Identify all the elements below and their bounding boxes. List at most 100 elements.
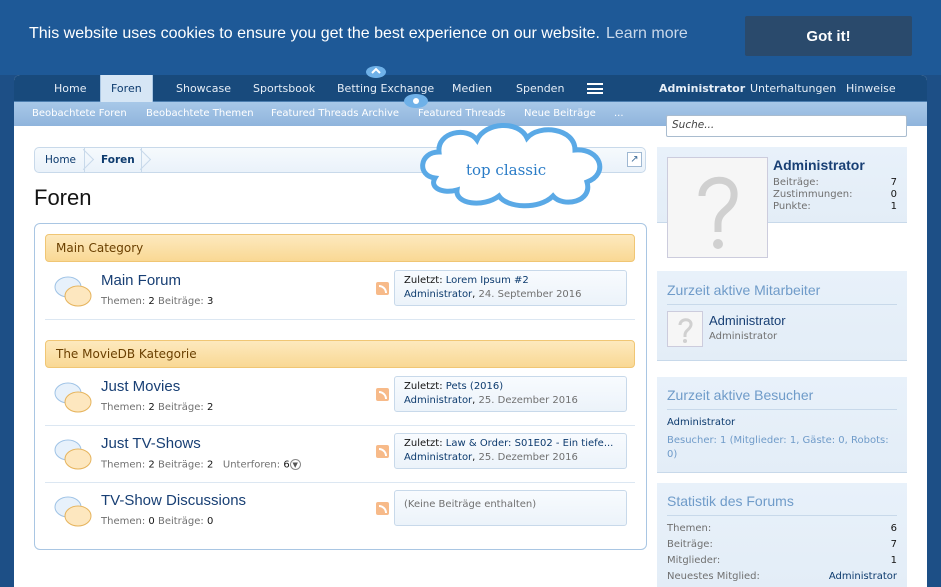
menu-icon[interactable] (587, 83, 603, 94)
cookie-banner: This website uses cookies to ensure you … (0, 0, 941, 75)
avatar-placeholder-icon (678, 318, 693, 343)
cookie-message: This website uses cookies to ensure you … (29, 25, 600, 42)
stats-label: Themen: (101, 459, 146, 471)
forum-title[interactable]: Just TV-Shows (101, 435, 201, 452)
tab-spenden[interactable]: Spenden (506, 75, 574, 102)
stats-value: 2 (148, 402, 155, 413)
alerts-link[interactable]: Hinweise (836, 75, 906, 102)
stat-value: 7 (890, 177, 897, 188)
forum-title[interactable]: TV-Show Discussions (101, 492, 246, 509)
tab-sportsbook[interactable]: Sportsbook (243, 75, 325, 102)
stats-value: 2 (148, 459, 155, 471)
stat-value: 0 (890, 189, 897, 200)
subnav-cloud-icon[interactable] (403, 93, 429, 109)
avatar[interactable] (667, 157, 768, 258)
stat-value: 7 (890, 539, 897, 550)
rss-icon[interactable] (376, 388, 389, 401)
subnav-watched-forums[interactable]: Beobachtete Foren (32, 102, 127, 126)
stats-label: Beiträge: (157, 402, 204, 413)
category-header[interactable]: Main Category (45, 234, 635, 262)
stats-value: 0 (206, 516, 214, 527)
section-heading: Statistik des Forums (667, 493, 794, 509)
user-stat-row: Punkte: 1 (773, 201, 897, 212)
last-post-title[interactable]: Law & Order: S01E02 - Ein tiefe... (446, 438, 614, 449)
tab-showcase[interactable]: Showcase (166, 75, 241, 102)
visitor-name[interactable]: Administrator (667, 417, 897, 428)
forum-read-icon (54, 382, 92, 413)
last-post-user[interactable]: Administrator (404, 452, 472, 463)
staff-name[interactable]: Administrator (709, 313, 786, 328)
newest-member-link[interactable]: Administrator (829, 571, 897, 582)
main-navigation: Home Foren Showcase Sportsbook Betting E… (14, 75, 927, 103)
subnav-watched-threads[interactable]: Beobachtete Themen (146, 102, 254, 126)
breadcrumb-separator (130, 147, 142, 173)
stat-value: 6 (890, 523, 897, 534)
subforums-chevron-icon[interactable]: ▼ (289, 459, 301, 470)
stat-label: Themen: (667, 523, 712, 534)
forum-read-icon (54, 439, 92, 470)
forum-node: Just TV-Shows Themen: 2 Beiträge: 2 Unte… (45, 427, 635, 483)
divider (667, 409, 897, 410)
last-post-user[interactable]: Administrator (404, 395, 472, 406)
forum-read-icon (54, 276, 92, 307)
stats-label: Unterforen: (222, 459, 281, 471)
avatar[interactable] (667, 311, 703, 347)
stat-row: Mitglieder: 1 (667, 555, 897, 566)
forum-node: Main Forum Themen: 2 Beiträge: 3 Zuletzt… (45, 264, 635, 320)
subnav-featured-archive[interactable]: Featured Threads Archive (271, 102, 399, 126)
conversations-link[interactable]: Unterhaltungen (740, 75, 846, 102)
jump-to-icon[interactable]: ↗ (627, 152, 642, 167)
stat-label: Mitglieder: (667, 555, 721, 566)
tab-home[interactable]: Home (44, 75, 96, 102)
stat-label: Beiträge: (773, 177, 819, 188)
tab-foren[interactable]: Foren (100, 75, 153, 103)
forum-stats: Themen: 2 Beiträge: 3 (101, 296, 213, 307)
last-post-empty: (Keine Beiträge enthalten) (394, 490, 627, 526)
forum-node: TV-Show Discussions Themen: 0 Beiträge: … (45, 484, 635, 540)
last-post: Zuletzt: Lorem Ipsum #2 Administrator, 2… (394, 270, 627, 306)
rss-icon[interactable] (376, 282, 389, 295)
learn-more-link[interactable]: Learn more (606, 25, 688, 42)
staff-online-panel: Zurzeit aktive Mitarbeiter Administrator… (657, 271, 907, 361)
search-input[interactable]: Suche... (666, 115, 907, 137)
forum-stats: Themen: 2 Beiträge: 2 Unterforen: 6 ▼ (101, 459, 301, 471)
divider (667, 304, 897, 305)
stat-row: Neuestes Mitglied: Administrator (667, 571, 897, 582)
user-name[interactable]: Administrator (773, 157, 865, 173)
user-stat-row: Beiträge: 7 (773, 177, 897, 188)
stat-row: Beiträge: 7 (667, 539, 897, 550)
cloud-label[interactable]: top classic (466, 161, 546, 179)
stats-label: Themen: (101, 516, 146, 527)
last-post-label: Zuletzt: (404, 438, 443, 449)
visitors-online-panel: Zurzeit aktive Besucher Administrator Be… (657, 377, 907, 473)
forum-title[interactable]: Main Forum (101, 272, 181, 289)
last-post-title[interactable]: Lorem Ipsum #2 (446, 275, 529, 286)
stat-label: Zustimmungen: (773, 189, 853, 200)
last-post-date: 24. September 2016 (478, 289, 582, 300)
forum-stats: Themen: 2 Beiträge: 2 (101, 402, 213, 413)
category-header[interactable]: The MovieDB Kategorie (45, 340, 635, 368)
stat-value: 1 (890, 201, 897, 212)
stats-label: Beiträge: (157, 516, 204, 527)
stats-value: 2 (206, 459, 214, 471)
page-title: Foren (34, 185, 92, 210)
rss-icon[interactable] (376, 445, 389, 458)
last-post-user[interactable]: Administrator (404, 289, 472, 300)
rss-icon[interactable] (376, 502, 389, 515)
last-post-title[interactable]: Pets (2016) (446, 381, 503, 392)
visitor-summary-end: 0) (667, 449, 678, 460)
forum-title[interactable]: Just Movies (101, 378, 180, 395)
nav-cloud-icon[interactable] (365, 64, 387, 78)
stats-label: Themen: (101, 296, 146, 307)
stat-row: Themen: 6 (667, 523, 897, 534)
forum-stats: Themen: 0 Beiträge: 0 (101, 516, 213, 527)
last-post-label: Zuletzt: (404, 381, 443, 392)
breadcrumb-home[interactable]: Home (45, 148, 76, 172)
tab-medien[interactable]: Medien (442, 75, 502, 102)
stat-label: Punkte: (773, 201, 811, 212)
got-it-button[interactable]: Got it! (745, 16, 912, 56)
forum-node: Just Movies Themen: 2 Beiträge: 2 Zuletz… (45, 370, 635, 426)
subnav-more[interactable]: ... (614, 102, 624, 126)
last-post-date: 25. Dezember 2016 (478, 395, 578, 406)
breadcrumb-separator (73, 147, 85, 173)
